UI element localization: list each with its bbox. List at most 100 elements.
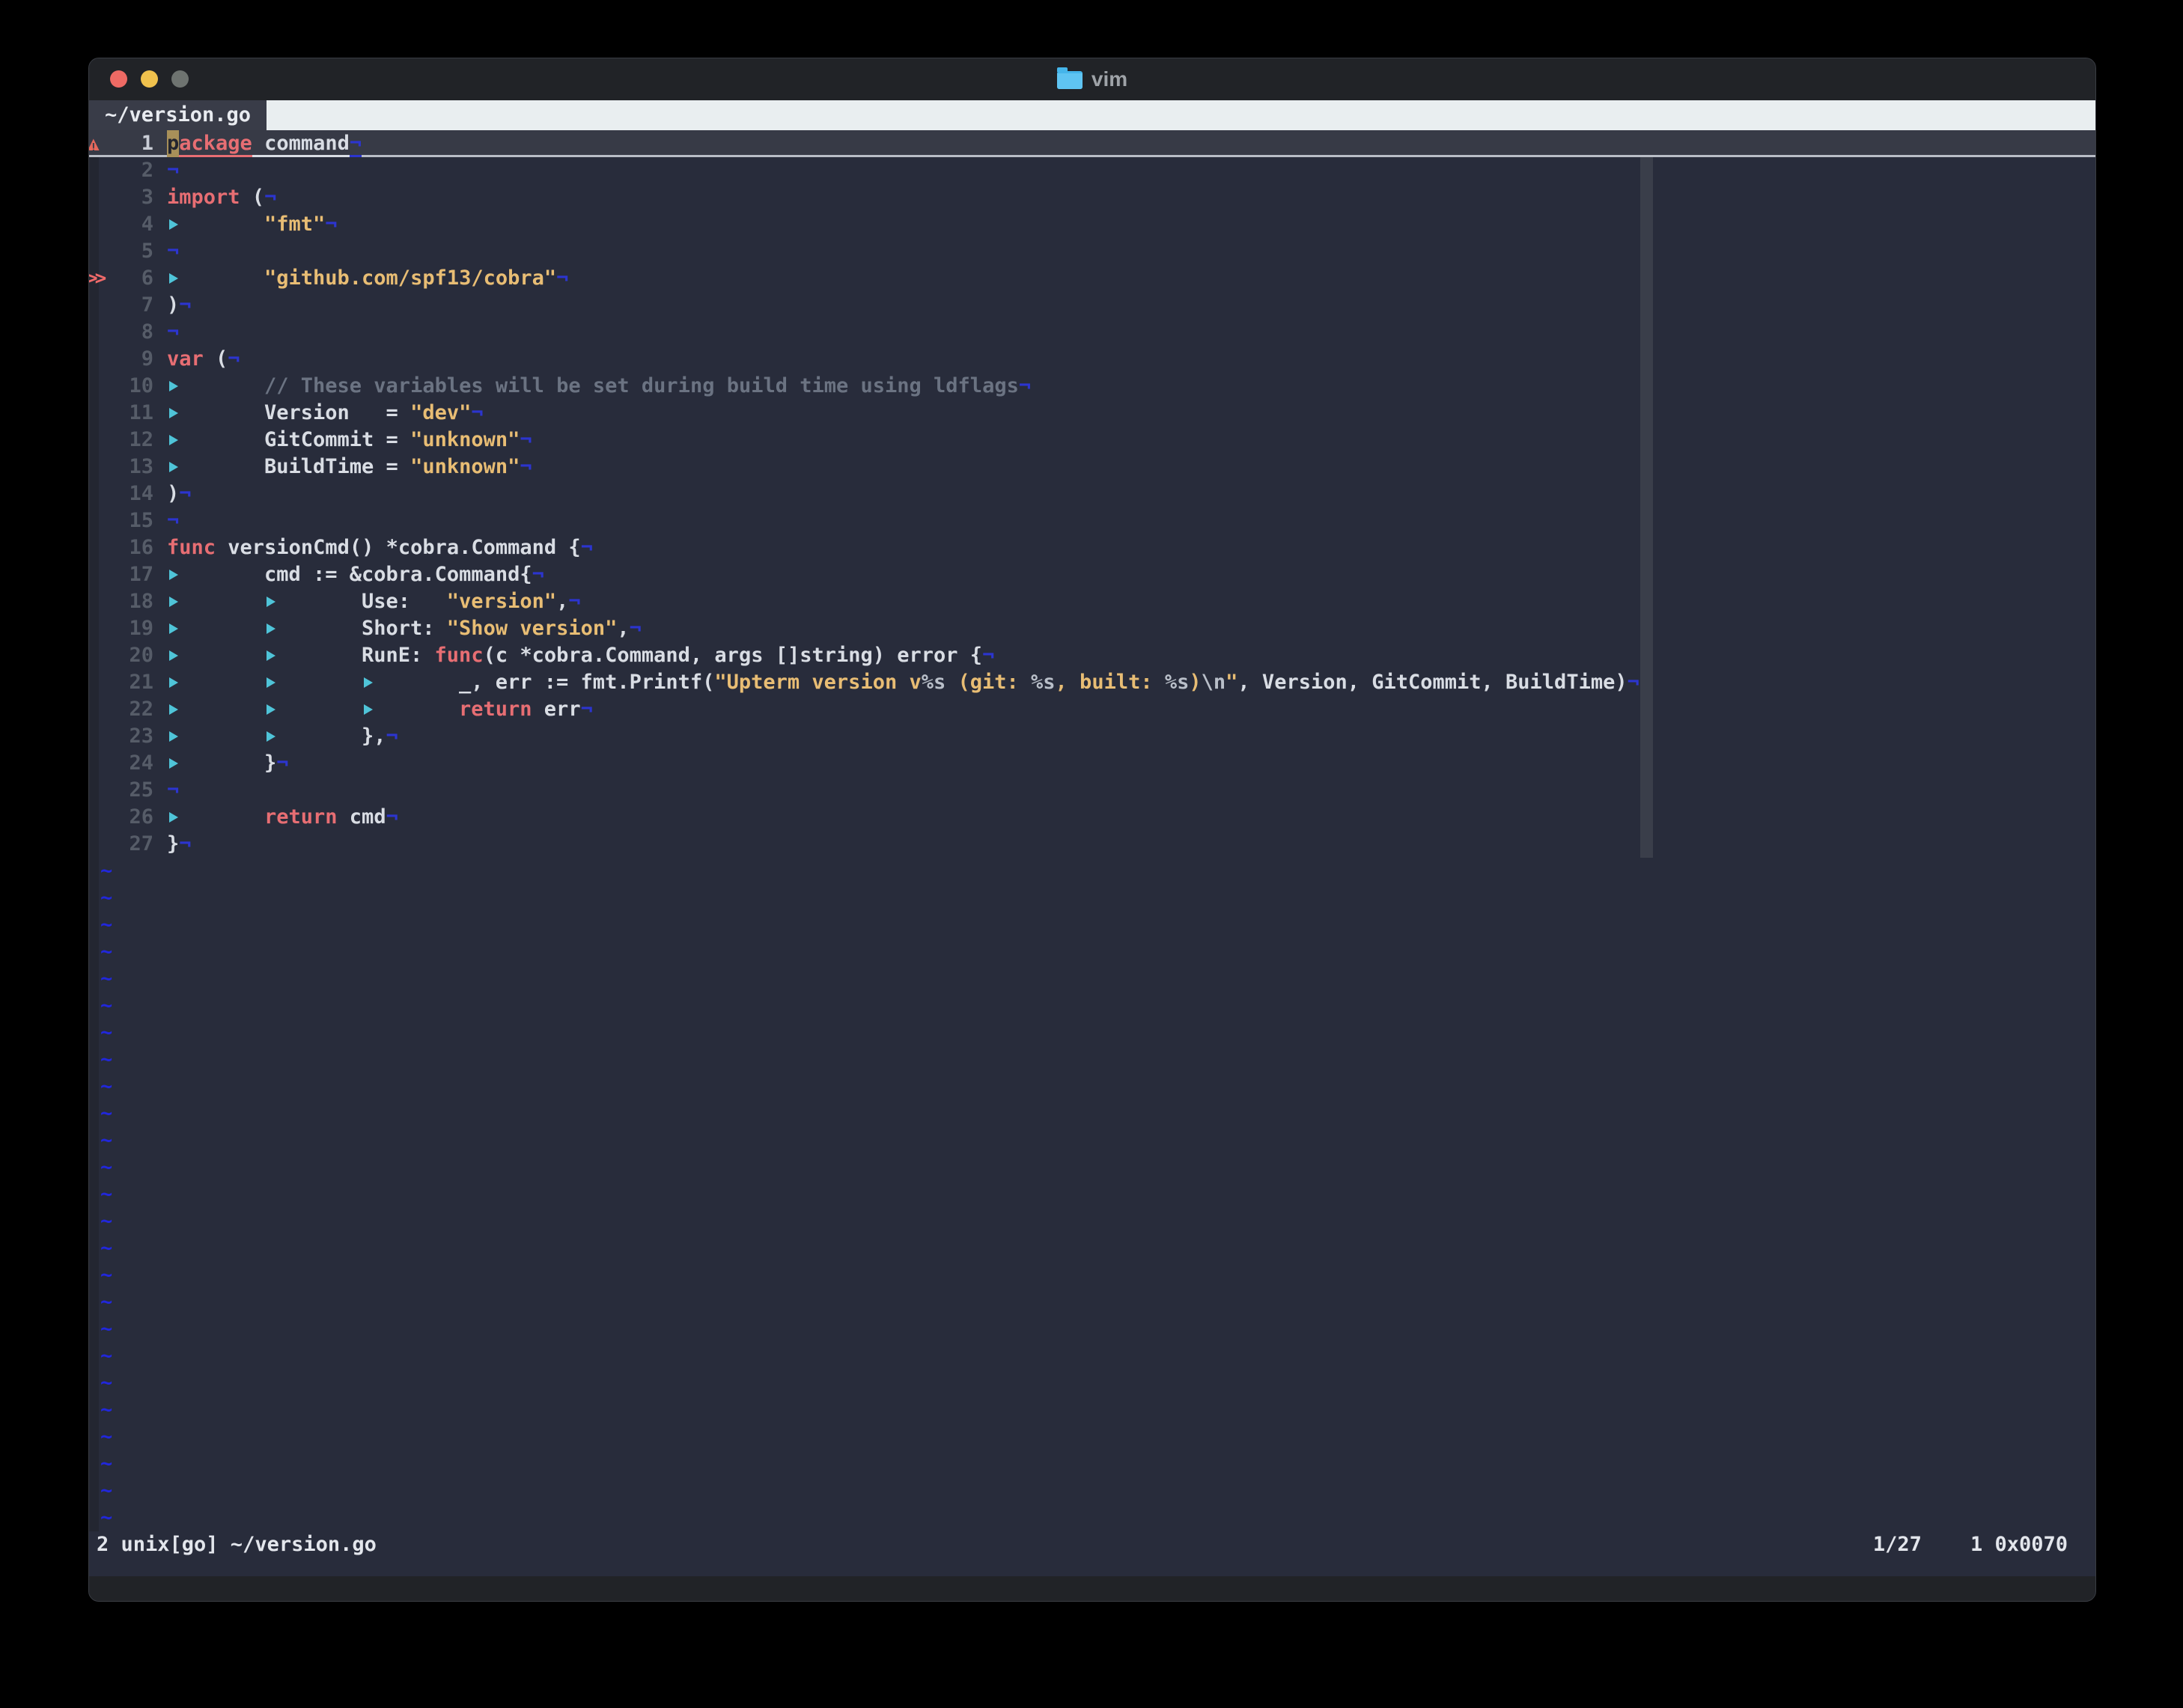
command-line[interactable] — [89, 1558, 2095, 1576]
code-line[interactable]: 10 // These variables will be set during … — [89, 373, 2095, 400]
code-line[interactable]: 7) ¬ — [89, 292, 2095, 319]
code-line[interactable]: 21 _, err := fmt.Printf("Upterm version v… — [89, 669, 2095, 696]
code-line[interactable]: 9 var (¬ — [89, 346, 2095, 373]
code-text: } ¬ — [167, 750, 289, 777]
code-segment: } — [167, 832, 180, 855]
code-line[interactable]: 20 RunE: func (c *cobra.Command, args []st… — [89, 642, 2095, 669]
tab-indent-marker-icon — [362, 669, 459, 696]
eol-marker: ¬ — [179, 293, 192, 317]
eol-marker: ¬ — [568, 590, 581, 613]
code-line[interactable]: 8 ¬ — [89, 319, 2095, 346]
sign-column — [89, 561, 112, 588]
code-text: p ackage command ¬ — [167, 130, 362, 157]
line-number: 11 — [129, 401, 153, 424]
empty-line-row: ~ — [89, 1504, 2095, 1531]
code-text: ¬ — [167, 157, 179, 184]
code-line[interactable]: 16 func versionCmd() *cobra.Command {¬ — [89, 534, 2095, 561]
tab-indent-marker-icon — [167, 454, 264, 481]
sign-column: >> — [89, 265, 112, 292]
empty-line-row: ~ — [89, 1262, 2095, 1289]
code-line[interactable]: 27} ¬ — [89, 831, 2095, 858]
sign-column — [89, 723, 112, 750]
code-segment: "version" — [446, 590, 557, 613]
tab-indent-marker-icon — [167, 427, 264, 454]
code-line[interactable]: 15 ¬ — [89, 507, 2095, 534]
code-text: ¬ — [167, 777, 179, 804]
status-line: 2 unix[go] ~/version.go 1/27 1 0x0070 — [89, 1531, 2095, 1558]
eol-marker: ¬ — [167, 509, 180, 532]
sign-column: ▲! — [89, 130, 112, 157]
line-number: 9 — [141, 347, 153, 370]
code-line[interactable]: ▲! 1 p ackage command ¬ — [89, 130, 2095, 157]
code-text: "github.com/spf13/cobra" ¬ — [167, 265, 568, 292]
code-line[interactable]: 23}, ¬ — [89, 723, 2095, 750]
tilde-marker: ~ — [100, 1129, 113, 1152]
eol-marker: ¬ — [325, 213, 338, 236]
code-line[interactable]: 3 import (¬ — [89, 184, 2095, 211]
empty-line-row: ~ — [89, 1019, 2095, 1046]
eol-marker: ¬ — [179, 482, 192, 505]
line-number: 10 — [129, 374, 153, 397]
code-segment: "fmt" — [264, 213, 326, 236]
tab-indent-marker-icon — [167, 804, 264, 831]
code-line[interactable]: 19 Short: "Show version", ¬ — [89, 615, 2095, 642]
empty-line-row: ~ — [89, 1100, 2095, 1127]
code-segment: "unknown" — [410, 455, 520, 478]
tilde-marker: ~ — [100, 1344, 113, 1367]
code-text: ) ¬ — [167, 481, 192, 507]
code-segment: , built: — [1055, 671, 1165, 694]
code-line[interactable]: 18 Use: "version", ¬ — [89, 588, 2095, 615]
tab-version-go[interactable]: ~/version.go — [89, 100, 267, 130]
code-segment: _, err := fmt.Printf( — [459, 671, 715, 694]
code-line[interactable]: 24} ¬ — [89, 750, 2095, 777]
code-line[interactable]: 11 Version = "dev" ¬ — [89, 400, 2095, 427]
line-number: 17 — [129, 563, 153, 586]
code-line[interactable]: 17 cmd := &cobra.Command{¬ — [89, 561, 2095, 588]
tilde-marker: ~ — [100, 1398, 113, 1421]
tab-indent-marker-icon — [167, 723, 264, 750]
code-segment: return — [264, 805, 338, 829]
sign-column — [89, 777, 112, 804]
tab-indent-marker-icon — [264, 615, 362, 642]
code-line[interactable]: 4 "fmt" ¬ — [89, 211, 2095, 238]
tab-indent-marker-icon — [264, 588, 362, 615]
editor-viewport[interactable]: ▲! 1 p ackage command ¬ 2 ¬ 3 import (¬ 4 "fmt" ¬ 5 ¬… — [89, 130, 2095, 1531]
code-segment: GitCommit = — [264, 428, 411, 451]
line-number: 6 — [141, 266, 153, 290]
eol-marker: ¬ — [228, 347, 240, 370]
empty-line-row: ~ — [89, 1235, 2095, 1262]
tab-indent-marker-icon — [264, 696, 362, 723]
code-line[interactable]: 25 ¬ — [89, 777, 2095, 804]
line-number: 15 — [129, 509, 153, 532]
status-file-info: 2 unix[go] ~/version.go — [97, 1533, 377, 1556]
code-line[interactable]: 14) ¬ — [89, 481, 2095, 507]
code-text: var (¬ — [167, 346, 240, 373]
eol-marker: ¬ — [167, 240, 180, 263]
sign-column — [89, 669, 112, 696]
tab-indent-marker-icon — [167, 615, 264, 642]
tilde-marker: ~ — [100, 859, 113, 882]
code-line[interactable]: 26 return cmd ¬ — [89, 804, 2095, 831]
code-text: cmd := &cobra.Command{¬ — [167, 561, 544, 588]
code-line[interactable]: 13 BuildTime = "unknown" ¬ — [89, 454, 2095, 481]
code-line[interactable]: >> 6 "github.com/spf13/cobra"¬ — [89, 265, 2095, 292]
sign-column — [89, 481, 112, 507]
code-segment: var — [167, 347, 216, 370]
code-text: ) ¬ — [167, 292, 192, 319]
line-number: 12 — [129, 428, 153, 451]
code-line[interactable]: 12 GitCommit = "unknown" ¬ — [89, 427, 2095, 454]
tilde-marker: ~ — [100, 1290, 113, 1314]
code-line[interactable]: 22 return err ¬ — [89, 696, 2095, 723]
eol-marker: ¬ — [580, 698, 593, 721]
code-line[interactable]: 5 ¬ — [89, 238, 2095, 265]
empty-line-row: ~ — [89, 939, 2095, 966]
code-segment: ) — [167, 482, 180, 505]
code-segment: import — [167, 186, 252, 209]
editor-lines: ▲! 1 p ackage command ¬ 2 ¬ 3 import (¬ 4 "fmt" ¬ 5 ¬… — [89, 130, 2095, 1531]
code-line[interactable]: 2 ¬ — [89, 157, 2095, 184]
empty-line-row: ~ — [89, 1477, 2095, 1504]
empty-line-row: ~ — [89, 885, 2095, 912]
tilde-marker: ~ — [100, 1263, 113, 1287]
eol-marker: ¬ — [386, 725, 398, 748]
title-bar[interactable]: vim — [89, 58, 2095, 100]
